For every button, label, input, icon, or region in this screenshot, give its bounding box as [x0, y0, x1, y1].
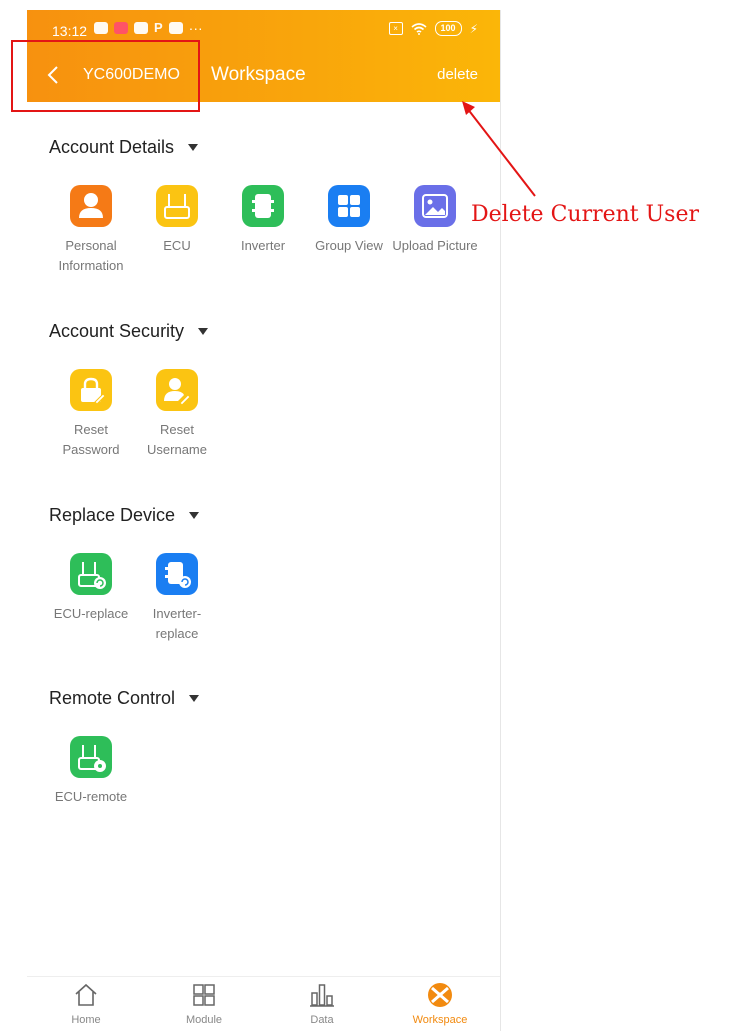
telegram-icon	[168, 22, 183, 34]
item-label: Personal Information	[58, 238, 124, 273]
item-label: Upload Picture	[392, 238, 478, 253]
tab-home[interactable]: Home	[27, 977, 145, 1026]
router-icon	[156, 185, 198, 227]
section-title: Account Security	[49, 321, 185, 341]
charging-icon: ⚡	[469, 21, 478, 36]
user-edit-icon	[156, 369, 198, 411]
wifi-icon	[411, 22, 427, 35]
system-icons: × 100 ⚡	[388, 21, 478, 36]
lock-edit-icon	[70, 369, 112, 411]
parking-icon: P	[154, 20, 163, 35]
page-title: Workspace	[211, 64, 306, 85]
app-notification-icon	[134, 22, 148, 34]
section-header[interactable]: Account Details	[49, 137, 199, 158]
router-settings-icon	[70, 736, 112, 778]
section-header[interactable]: Account Security	[49, 321, 209, 342]
ecu-remote-button[interactable]: ECU-remote	[48, 736, 134, 807]
grid-icon	[328, 185, 370, 227]
section-account-details: Account Details	[49, 137, 199, 158]
bar-chart-icon	[310, 984, 334, 1007]
tab-label: Workspace	[412, 1014, 468, 1026]
caret-down-icon	[189, 512, 200, 519]
tab-workspace[interactable]: Workspace	[381, 977, 499, 1026]
notification-icons: P ···	[94, 20, 203, 36]
caret-down-icon	[189, 695, 200, 702]
inverter-button[interactable]: Inverter	[220, 185, 306, 256]
inverter-replace-button[interactable]: Inverter-replace	[134, 553, 220, 644]
caret-down-icon	[198, 328, 209, 335]
ecu-replace-button[interactable]: ECU-replace	[48, 553, 134, 624]
item-label: ECU-remote	[54, 789, 128, 804]
item-label: Reset Username	[147, 422, 207, 457]
app-screen: 13:12 P ··· × 100 ⚡ YC600DEMO Workspace …	[27, 10, 501, 1032]
section-title: Replace Device	[49, 505, 176, 525]
section-replace-device: Replace Device	[49, 505, 200, 526]
group-view-button[interactable]: Group View	[306, 185, 392, 256]
section-account-security: Account Security	[49, 321, 209, 342]
workspace-logo-icon	[428, 983, 452, 1007]
inverter-icon	[242, 185, 284, 227]
tab-data[interactable]: Data	[263, 977, 381, 1026]
home-icon	[75, 983, 97, 1006]
more-notifications-icon: ···	[188, 20, 203, 36]
person-icon	[70, 185, 112, 227]
tab-label: Data	[310, 1014, 334, 1026]
section-header[interactable]: Remote Control	[49, 688, 200, 709]
section-title: Account Details	[49, 137, 175, 157]
sim-icon: ×	[388, 22, 403, 35]
delete-button[interactable]: delete	[437, 66, 478, 83]
item-label: Inverter	[240, 238, 286, 253]
inverter-replace-icon	[156, 553, 198, 595]
router-replace-icon	[70, 553, 112, 595]
image-icon	[414, 185, 456, 227]
annotation-label: Delete Current User	[471, 202, 699, 227]
module-grid-icon	[193, 984, 215, 1006]
item-label: Inverter-replace	[152, 606, 202, 641]
tab-module[interactable]: Module	[145, 977, 263, 1026]
item-label: Reset Password	[62, 422, 120, 457]
battery-icon: 100	[434, 21, 462, 36]
ecu-button[interactable]: ECU	[134, 185, 220, 256]
bottom-tab-bar: Home Module Data Workspace	[27, 976, 500, 1032]
item-label: Group View	[315, 238, 383, 253]
item-label: ECU-replace	[53, 606, 129, 621]
status-time: 13:12	[52, 23, 88, 39]
app-notification-icon	[94, 22, 108, 34]
tab-label: Module	[185, 1014, 223, 1026]
upload-picture-button[interactable]: Upload Picture	[392, 185, 478, 256]
reset-password-button[interactable]: Reset Password	[48, 369, 134, 460]
personal-information-button[interactable]: Personal Information	[48, 185, 134, 276]
message-icon	[114, 22, 128, 34]
section-header[interactable]: Replace Device	[49, 505, 200, 526]
reset-username-button[interactable]: Reset Username	[134, 369, 220, 460]
caret-down-icon	[188, 144, 199, 151]
section-remote-control: Remote Control	[49, 688, 200, 709]
item-label: ECU	[163, 238, 191, 253]
highlight-box	[11, 40, 200, 112]
section-title: Remote Control	[49, 688, 176, 708]
tab-label: Home	[71, 1014, 101, 1026]
